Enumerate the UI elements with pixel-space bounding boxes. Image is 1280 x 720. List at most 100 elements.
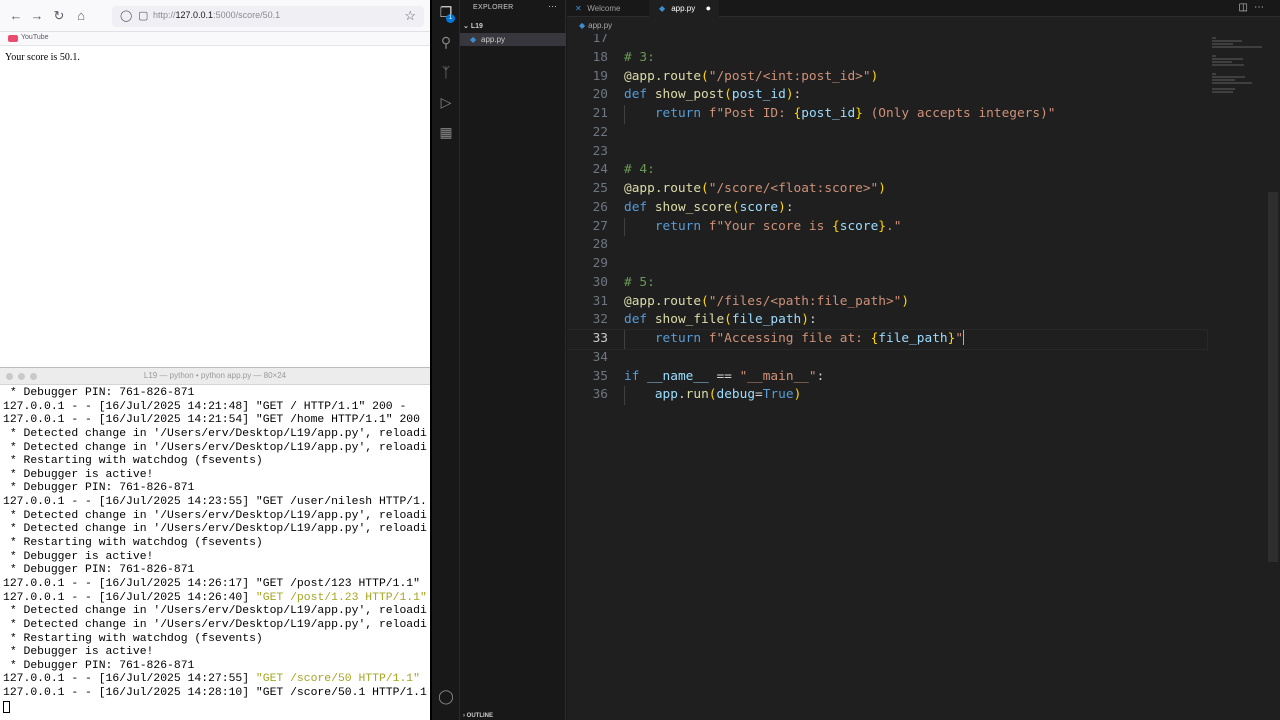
code-line[interactable]: 25 @app.route("/score/<float:score>") <box>567 180 1207 199</box>
back-icon[interactable]: ← <box>8 8 24 24</box>
python-file-icon: ◆ <box>470 35 477 44</box>
folder-l19[interactable]: ⌄ L19 <box>463 22 483 30</box>
folder-label: L19 <box>470 23 483 30</box>
source-control-icon[interactable]: ᛉ <box>438 64 454 80</box>
line-number: 27 <box>592 218 608 234</box>
code-text: app.run(debug=True) <box>654 387 802 403</box>
browser-toolbar: ← → ↻ ⌂ ◯ ▢ http://127.0.0.1:5000/score/… <box>0 0 430 32</box>
account-icon[interactable]: ◯ <box>438 688 454 704</box>
page-body-text: Your score is 50.1. <box>5 52 80 63</box>
terminal-line: * Debugger is active! <box>3 468 154 481</box>
minimap-line <box>1212 88 1236 90</box>
url-bar[interactable]: ◯ ▢ http://127.0.0.1:5000/score/50.1 ☆ <box>112 6 424 27</box>
breadcrumb-file[interactable]: app.py <box>588 21 612 30</box>
python-file-icon: ◆ <box>579 21 586 30</box>
code-editor[interactable]: 17 18 # 3: 19 @app.route("/post/<int:post_id… <box>567 34 1280 720</box>
code-line[interactable]: 24 # 4: <box>567 161 1207 180</box>
unsaved-dot-icon[interactable]: ● <box>706 0 711 17</box>
line-number: 29 <box>592 256 608 271</box>
home-icon[interactable]: ⌂ <box>73 8 89 24</box>
file-item-app-py[interactable]: ◆ app.py <box>460 33 566 46</box>
line-number: 34 <box>592 349 608 365</box>
code-line[interactable]: 31 @app.route("/files/<path:file_path>") <box>567 293 1207 312</box>
minimap-line <box>1212 82 1252 84</box>
explorer-badge: 1 <box>446 14 455 23</box>
code-line[interactable]: 22 <box>567 124 1207 143</box>
line-number: 20 <box>592 87 608 103</box>
sidebar-title: EXPLORER <box>473 4 514 11</box>
page-icon: ▢ <box>138 10 149 22</box>
code-text: # 5: <box>624 274 655 290</box>
youtube-icon[interactable] <box>8 35 18 42</box>
minimap-line <box>1212 37 1216 39</box>
code-lines[interactable]: 17 18 # 3: 19 @app.route("/post/<int:post_id… <box>567 34 1208 405</box>
code-text: @app.route("/files/<path:file_path>") <box>624 293 910 309</box>
minimap-line <box>1212 73 1216 75</box>
terminal-line: * Debugger PIN: 761-826-871 <box>3 387 195 399</box>
shield-icon[interactable]: ◯ <box>120 9 132 23</box>
code-line[interactable]: 30 # 5: <box>567 274 1207 293</box>
code-line[interactable]: 33 return f"Accessing file at: {file_pat… <box>567 329 1208 350</box>
line-number: 36 <box>592 387 608 403</box>
search-icon[interactable]: ⚲ <box>438 34 454 50</box>
more-actions-icon[interactable]: ⋯ <box>1254 2 1270 13</box>
code-text: # 3: <box>624 49 655 65</box>
tab-welcome[interactable]: ✕ Welcome <box>575 0 647 17</box>
bookmarks-bar: YouTube <box>0 32 430 46</box>
code-text: @app.route("/score/<float:score>") <box>624 181 886 196</box>
outline-section[interactable]: › OUTLINE <box>463 713 493 719</box>
vscode-window: ❐ 1 ⚲ ᛉ ▷ ▦ ◯ EXPLORER ··· ⌄ L19 ◆ app.p… <box>432 0 1280 720</box>
terminal-line: * Detected change in '/Users/erv/Desktop… <box>3 618 427 631</box>
code-text: # 4: <box>624 162 655 178</box>
browser-window: ← → ↻ ⌂ ◯ ▢ http://127.0.0.1:5000/score/… <box>0 0 430 367</box>
editor-scrollbar[interactable] <box>1268 192 1278 562</box>
terminal-line: * Detected change in '/Users/erv/Desktop… <box>3 509 427 522</box>
code-line[interactable]: 26 def show_score(score): <box>567 199 1207 218</box>
code-text: return f"Your score is {score}." <box>654 218 902 234</box>
code-line[interactable]: 18 # 3: <box>567 49 1207 68</box>
terminal-line: 127.0.0.1 - - [16/Jul/2025 14:26:17] "GE… <box>3 577 420 590</box>
extensions-icon[interactable]: ▦ <box>438 124 454 140</box>
code-line[interactable]: 19 @app.route("/post/<int:post_id>") <box>567 68 1207 87</box>
editor-actions[interactable]: ◫⋯ <box>1239 2 1270 13</box>
code-line[interactable]: 32 def show_file(file_path): <box>567 311 1207 330</box>
code-line[interactable]: 27 return f"Your score is {score}." <box>567 217 1207 237</box>
minimap-line <box>1212 76 1246 78</box>
run-debug-icon[interactable]: ▷ <box>438 94 454 110</box>
code-line[interactable]: 28 <box>567 236 1207 255</box>
minimap[interactable] <box>1212 34 1267 94</box>
more-actions-icon[interactable]: ··· <box>548 1 557 11</box>
code-line[interactable]: 36 app.run(debug=True) <box>567 386 1207 405</box>
line-number: 23 <box>592 143 608 159</box>
bookmark-star-icon[interactable]: ☆ <box>404 8 416 24</box>
breadcrumb[interactable]: ◆ app.py <box>567 17 1280 34</box>
code-line[interactable]: 34 <box>567 349 1207 368</box>
reload-icon[interactable]: ↻ <box>51 8 67 24</box>
minimap-line <box>1212 40 1242 42</box>
line-number: 26 <box>592 199 608 215</box>
code-line[interactable]: 21 return f"Post ID: {post_id} (Only acc… <box>567 105 1207 124</box>
terminal-line: * Restarting with watchdog (fsevents) <box>3 632 263 645</box>
code-line[interactable]: 23 <box>567 143 1207 162</box>
minimap-line <box>1212 61 1232 63</box>
forward-icon[interactable]: → <box>29 8 45 24</box>
vscode-logo-icon: ✕ <box>575 4 582 13</box>
terminal-line: 127.0.0.1 - - [16/Jul/2025 14:23:55] "GE… <box>3 496 427 509</box>
minimap-line <box>1212 64 1245 66</box>
explorer-sidebar: EXPLORER ··· ⌄ L19 ◆ app.py › OUTLINE <box>460 0 566 720</box>
terminal-line: * Debugger PIN: 761-826-871 <box>3 482 195 495</box>
code-line[interactable]: 29 <box>567 255 1207 274</box>
bookmark-youtube[interactable]: YouTube <box>21 34 49 41</box>
code-line[interactable]: 17 <box>567 34 1207 49</box>
terminal-line: * Detected change in '/Users/erv/Desktop… <box>3 605 427 618</box>
terminal-output[interactable]: * Debugger PIN: 761-826-871 127.0.0.1 - -… <box>3 387 430 714</box>
code-line[interactable]: 20 def show_post(post_id): <box>567 86 1207 105</box>
terminal-prompt[interactable] <box>3 700 430 715</box>
line-number: 21 <box>592 106 608 121</box>
line-number: 32 <box>592 312 608 328</box>
code-line[interactable]: 35 if __name__ == "__main__": <box>567 368 1207 387</box>
minimap-line <box>1212 58 1243 60</box>
url-text[interactable]: http://127.0.0.1:5000/score/50.1 <box>153 10 280 20</box>
tab-app-py[interactable]: ◆ app.py ● <box>649 0 719 17</box>
split-editor-icon[interactable]: ◫ <box>1239 2 1254 13</box>
